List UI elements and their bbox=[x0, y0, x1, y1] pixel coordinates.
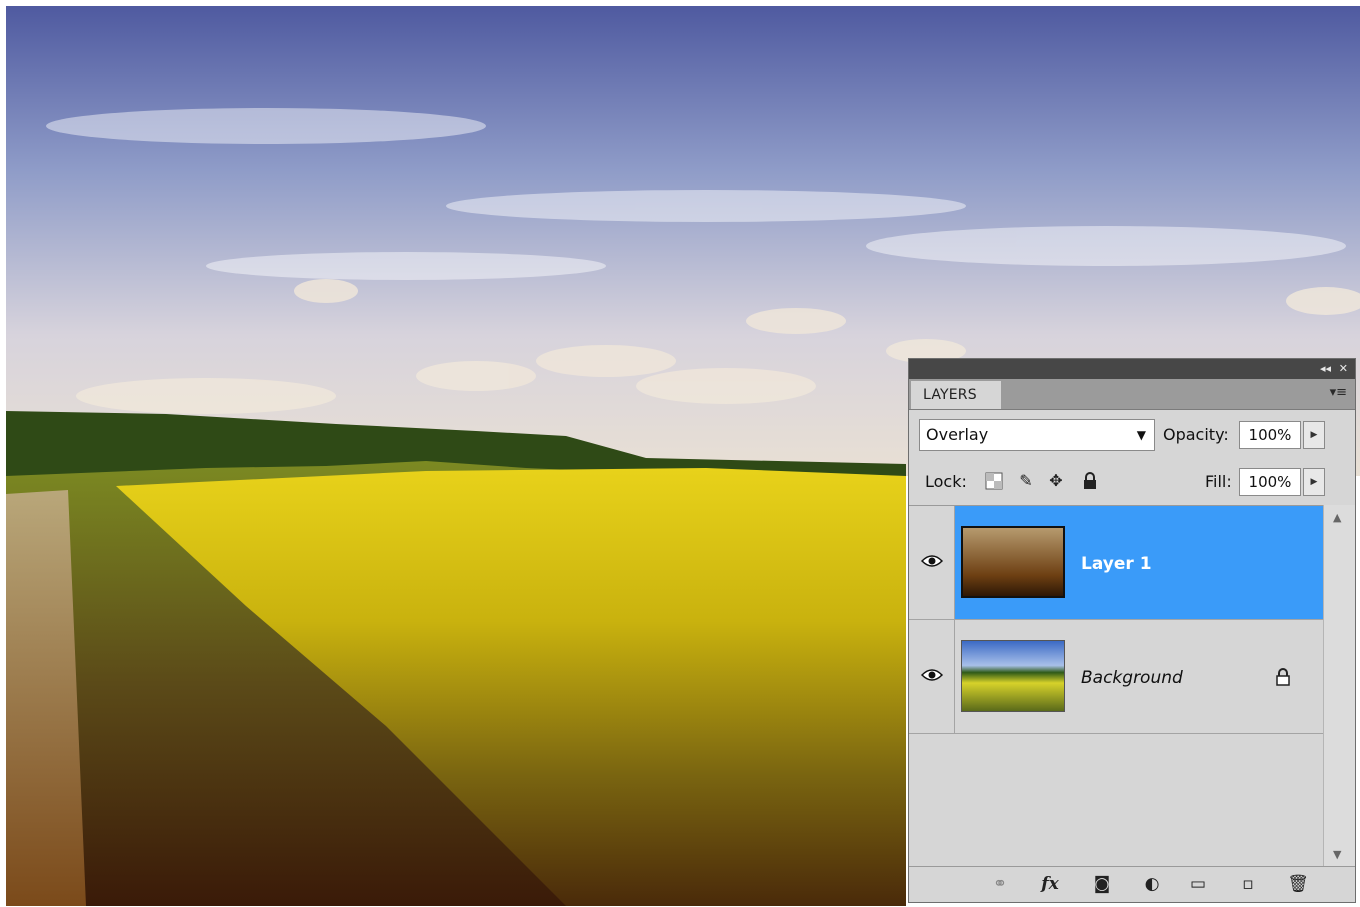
lock-position-icon[interactable]: ✥ bbox=[1047, 472, 1065, 490]
opacity-input[interactable]: 100% bbox=[1239, 421, 1301, 449]
fill-input[interactable]: 100% bbox=[1239, 468, 1301, 496]
add-mask-icon[interactable]: ◙ bbox=[1089, 873, 1115, 895]
close-icon[interactable]: ✕ bbox=[1339, 362, 1348, 376]
layer-thumbnail bbox=[961, 640, 1065, 712]
collapse-icon[interactable]: ◂◂ bbox=[1320, 362, 1331, 376]
eye-icon bbox=[921, 555, 943, 567]
layer-name[interactable]: Background bbox=[1081, 668, 1183, 688]
lock-image-icon[interactable]: ✎ bbox=[1017, 472, 1035, 490]
layer-list-scrollbar[interactable]: ▲ ▼ bbox=[1323, 505, 1355, 867]
fill-label: Fill: bbox=[1205, 472, 1232, 491]
tab-layers[interactable]: LAYERS bbox=[911, 381, 1001, 409]
layer-list: Layer 1 Background bbox=[909, 505, 1323, 868]
lock-all-icon[interactable] bbox=[1081, 472, 1099, 490]
blend-mode-select[interactable]: Overlay ▼ bbox=[919, 419, 1155, 451]
chevron-down-icon: ▼ bbox=[1136, 428, 1146, 442]
layers-panel: ◂◂ ✕ LAYERS ▾≡ Overlay ▼ Opacity: 100% ▶… bbox=[908, 358, 1356, 903]
new-layer-icon[interactable]: ▫ bbox=[1235, 873, 1261, 895]
opacity-stepper-button[interactable]: ▶ bbox=[1303, 421, 1325, 449]
layer-row-background[interactable]: Background bbox=[909, 620, 1323, 734]
lock-transparent-icon[interactable] bbox=[985, 472, 1003, 490]
fill-stepper-button[interactable]: ▶ bbox=[1303, 468, 1325, 496]
fx-icon[interactable]: fx bbox=[1037, 873, 1063, 895]
lock-label: Lock: bbox=[925, 472, 967, 491]
opacity-label: Opacity: bbox=[1163, 425, 1229, 444]
eye-icon bbox=[921, 669, 943, 681]
panel-bottom-bar: ⚭ fx ◙ ◐ ▭ ▫ 🗑 bbox=[909, 866, 1355, 902]
scroll-up-icon[interactable]: ▲ bbox=[1333, 511, 1341, 524]
panel-tabstrip: LAYERS ▾≡ bbox=[909, 379, 1355, 410]
layer-row-layer-1[interactable]: Layer 1 bbox=[909, 506, 1323, 620]
blend-mode-value: Overlay bbox=[926, 425, 989, 444]
link-layers-icon[interactable]: ⚭ bbox=[987, 873, 1013, 895]
layer-name[interactable]: Layer 1 bbox=[1081, 554, 1152, 574]
new-group-icon[interactable]: ▭ bbox=[1185, 873, 1211, 895]
visibility-toggle[interactable] bbox=[909, 620, 955, 733]
visibility-toggle[interactable] bbox=[909, 506, 955, 619]
scroll-down-icon[interactable]: ▼ bbox=[1333, 848, 1341, 861]
panel-title-bar: ◂◂ ✕ bbox=[909, 359, 1355, 379]
layer-thumbnail bbox=[961, 526, 1065, 598]
layer-lock-icon bbox=[1275, 668, 1291, 690]
adjustment-layer-icon[interactable]: ◐ bbox=[1139, 873, 1165, 895]
panel-menu-icon[interactable]: ▾≡ bbox=[1330, 385, 1347, 400]
delete-layer-icon[interactable]: 🗑 bbox=[1285, 873, 1311, 895]
